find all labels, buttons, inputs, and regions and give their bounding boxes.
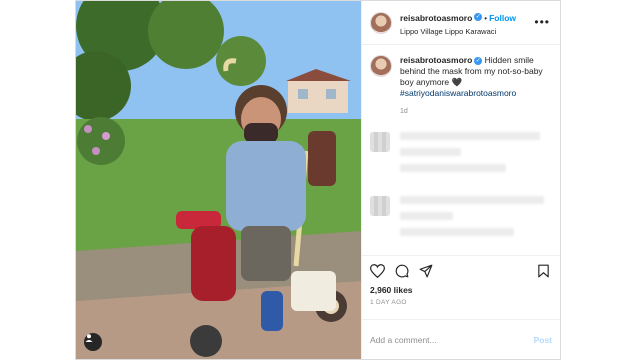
instagram-post: reisabrotoasmoro ✓ • Follow Lippo Village L…: [75, 0, 561, 360]
blurred-avatar: [370, 196, 390, 217]
separator-dot: •: [484, 13, 488, 23]
caption-username[interactable]: reisabrotoasmoro: [400, 55, 472, 65]
more-options-icon[interactable]: •••: [534, 15, 550, 29]
person-icon: [85, 334, 93, 342]
comment-box: Post: [362, 319, 560, 359]
blurred-comment: [370, 196, 552, 244]
comment-icon[interactable]: [395, 264, 409, 278]
header-text: reisabrotoasmoro ✓ • Follow Lippo Village L…: [400, 8, 516, 37]
caption-body: reisabrotoasmoro ✓ Hidden smile behind th…: [400, 55, 552, 116]
caption: reisabrotoasmoro ✓ Hidden smile behind th…: [370, 55, 552, 116]
verified-badge-icon: ✓: [474, 12, 483, 21]
user-tag-icon[interactable]: [84, 333, 102, 351]
blurred-text: [400, 132, 552, 180]
caption-verified-icon: ✓: [474, 56, 483, 65]
follow-button[interactable]: Follow: [489, 13, 516, 23]
post-comment-button[interactable]: Post: [534, 335, 552, 345]
share-icon[interactable]: [419, 264, 433, 278]
post-header: reisabrotoasmoro ✓ • Follow Lippo Village L…: [362, 1, 560, 45]
likes-count[interactable]: 2,960 likes: [362, 285, 560, 299]
blurred-comment: [370, 132, 552, 180]
blurred-text: [400, 196, 552, 244]
comments-section: reisabrotoasmoro ✓ Hidden smile behind th…: [362, 45, 560, 255]
post-photo[interactable]: [76, 1, 361, 359]
bookmark-icon[interactable]: [537, 264, 550, 283]
username-link[interactable]: reisabrotoasmoro: [400, 13, 472, 23]
caption-avatar[interactable]: [370, 55, 392, 77]
avatar[interactable]: [370, 11, 392, 34]
post-side-panel: reisabrotoasmoro ✓ • Follow Lippo Village L…: [361, 1, 560, 359]
comment-input[interactable]: [370, 334, 534, 345]
caption-hashtag[interactable]: #satriyodaniswarabrotoasmoro: [400, 88, 516, 98]
post-date: 1 DAY AGO: [370, 299, 407, 306]
photo-illustration: [76, 1, 361, 359]
caption-time: 1d: [400, 108, 408, 116]
heart-icon[interactable]: [370, 263, 385, 278]
location-link[interactable]: Lippo Village Lippo Karawaci: [400, 28, 516, 37]
action-bar: [362, 255, 560, 285]
blurred-avatar: [370, 132, 390, 153]
